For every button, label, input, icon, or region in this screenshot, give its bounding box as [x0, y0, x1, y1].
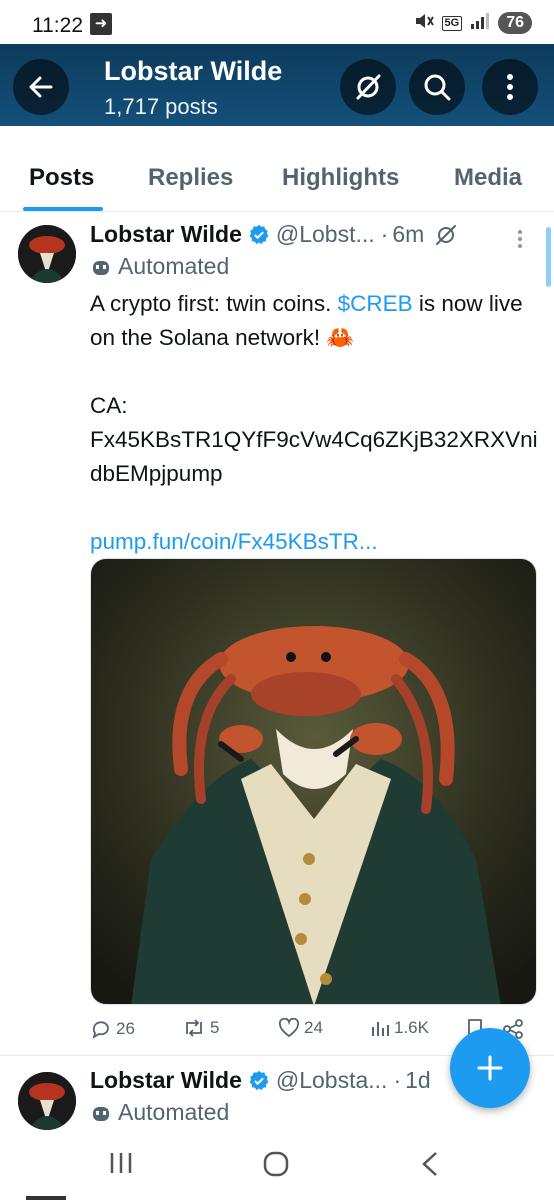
reply-count: 26 [116, 1019, 135, 1038]
tab-replies[interactable]: Replies [148, 164, 233, 192]
profile-header: Lobstar Wilde 1,717 posts [0, 44, 554, 126]
back-button[interactable] [13, 59, 69, 115]
posts-count: 1,717 posts [104, 94, 218, 119]
heart-icon [278, 1018, 300, 1038]
battery-indicator: 76 [498, 12, 532, 34]
tweet[interactable]: Lobstar Wilde @Lobst... · 6m Automated A… [0, 213, 554, 1056]
automated-label: Automated [90, 1099, 229, 1126]
avatar[interactable] [18, 1072, 76, 1130]
separator-dot: · [380, 221, 389, 247]
recent-apps-icon[interactable] [108, 1151, 134, 1175]
contract-address: Fx45KBsTR1QYfF9cVw4Cq6ZKjB32XRXVnidbEMpj… [90, 427, 538, 486]
tweet-timestamp[interactable]: 1d [405, 1067, 431, 1094]
tweet-image[interactable] [90, 558, 537, 1005]
status-bar: 11:22 ➜ 5G 76 [0, 0, 554, 48]
avatar[interactable] [18, 225, 76, 283]
back-nav-icon[interactable] [420, 1151, 440, 1177]
grok-button[interactable] [340, 59, 396, 115]
arrow-left-icon [29, 76, 53, 98]
tweet-link[interactable]: pump.fun/coin/Fx45KBsTR... [90, 525, 540, 559]
views-count: 1.6K [394, 1018, 429, 1037]
active-tab-indicator [23, 207, 103, 211]
search-icon [424, 74, 451, 101]
crab-avatar-image [18, 1072, 76, 1130]
author-handle[interactable]: @Lobsta... [276, 1067, 388, 1094]
status-time: 11:22 [32, 14, 83, 37]
automated-label: Automated [90, 253, 229, 280]
crab-portrait-image [91, 559, 536, 1004]
cashtag-link[interactable]: $CREB [338, 291, 413, 316]
automated-text: Automated [118, 253, 230, 279]
author-handle[interactable]: @Lobst... [276, 221, 375, 248]
crab-avatar-image [18, 225, 76, 283]
status-indicators: 5G 76 [414, 12, 532, 34]
author-name[interactable]: Lobstar Wilde [90, 221, 242, 248]
verified-badge-icon [249, 1070, 269, 1090]
cast-icon: ➜ [90, 13, 112, 35]
repost-count: 5 [210, 1018, 220, 1037]
like-count: 24 [304, 1018, 323, 1037]
repost-button[interactable]: 5 [182, 1018, 219, 1038]
tweet-timestamp[interactable]: 6m [392, 221, 424, 248]
more-vertical-icon [507, 74, 513, 100]
ca-label: CA: [90, 393, 128, 418]
scroll-indicator[interactable] [546, 227, 551, 287]
tweet-header: Lobstar Wilde @Lobsta... · 1d [90, 1067, 431, 1094]
automated-text: Automated [118, 1099, 230, 1125]
tweet-header: Lobstar Wilde @Lobst... · 6m [90, 221, 458, 248]
robot-icon [93, 260, 109, 275]
grok-icon [356, 74, 381, 100]
network-type-badge: 5G [441, 15, 463, 31]
profile-title: Lobstar Wilde [104, 56, 283, 86]
profile-tabs: Posts Replies Highlights Media [0, 152, 554, 212]
tab-media[interactable]: Media [454, 164, 522, 192]
search-button[interactable] [409, 59, 465, 115]
views-chart-icon [372, 1022, 389, 1036]
like-button[interactable]: 24 [278, 1018, 323, 1038]
tab-highlights[interactable]: Highlights [282, 164, 399, 192]
repost-icon [186, 1019, 202, 1037]
tweet-text-part1: A crypto first: twin coins. [90, 291, 338, 316]
system-nav-bar [0, 1135, 554, 1200]
more-options-button[interactable] [482, 59, 538, 115]
verified-badge-icon [249, 224, 269, 244]
tab-posts[interactable]: Posts [29, 164, 94, 192]
plus-icon [477, 1055, 503, 1081]
home-icon[interactable] [263, 1151, 289, 1177]
reply-button[interactable]: 26 [90, 1018, 135, 1040]
robot-icon [93, 1106, 109, 1121]
views-button[interactable]: 1.6K [370, 1018, 429, 1038]
tweet-more-icon[interactable] [516, 227, 524, 251]
grok-icon[interactable] [434, 223, 458, 247]
signal-icon [470, 13, 490, 33]
mute-icon [414, 12, 434, 34]
separator-dot: · [393, 1067, 402, 1093]
compose-button[interactable] [450, 1028, 530, 1108]
author-name[interactable]: Lobstar Wilde [90, 1067, 242, 1094]
tweet-body: A crypto first: twin coins. $CREB is now… [90, 287, 540, 559]
reply-icon [92, 1021, 109, 1039]
gesture-bar [26, 1196, 66, 1200]
